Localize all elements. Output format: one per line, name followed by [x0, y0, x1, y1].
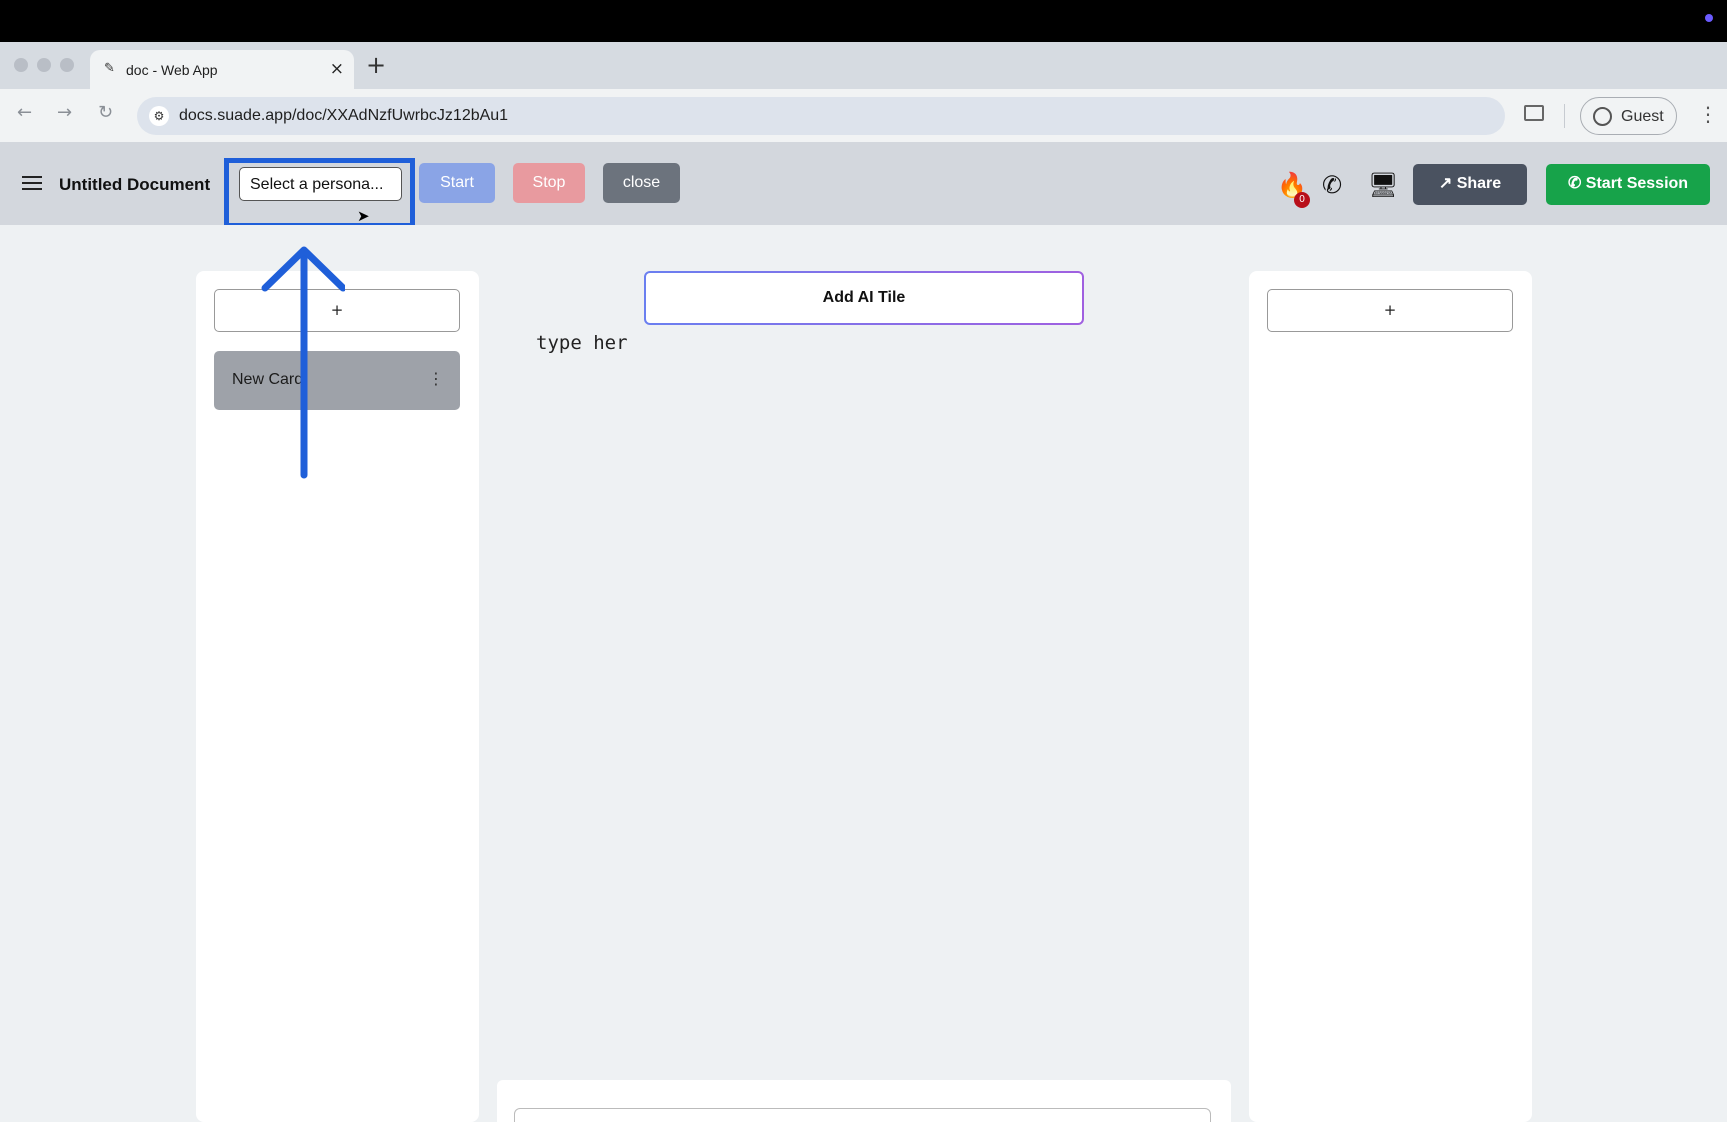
close-button[interactable]: close [603, 163, 680, 203]
right-column [1249, 271, 1532, 1122]
toolbar-divider [1564, 104, 1565, 128]
card-menu-icon[interactable]: ⋮ [428, 369, 444, 388]
add-card-button-right[interactable]: + [1267, 289, 1513, 332]
profile-icon [1593, 107, 1612, 126]
profile-button[interactable]: Guest [1580, 97, 1677, 135]
window-close-icon[interactable] [14, 58, 28, 72]
document-title: Untitled Document [59, 175, 211, 194]
bottom-panel [497, 1080, 1231, 1122]
forward-icon[interactable]: → [57, 102, 72, 123]
fire-count-badge: 0 [1294, 192, 1310, 208]
site-info-icon[interactable]: ⚙ [149, 106, 169, 126]
screen: ✎ doc - Web App × + ← → ↻ ⚙ docs.suade.a… [0, 0, 1727, 1122]
share-icon: ↗ [1438, 175, 1457, 192]
profile-label: Guest [1621, 108, 1664, 125]
tab-close-icon[interactable]: × [330, 59, 344, 79]
browser-menu-icon[interactable]: ⋮ [1698, 102, 1718, 126]
start-session-button[interactable]: ✆ Start Session [1546, 164, 1710, 205]
window-minimize-icon[interactable] [37, 58, 51, 72]
os-menu-bar [0, 0, 1727, 42]
lens-icon[interactable] [1524, 105, 1544, 121]
add-ai-tile-button[interactable]: Add AI Tile [644, 271, 1084, 325]
new-tab-button[interactable]: + [366, 51, 386, 79]
phone-icon: ✆ [1567, 175, 1586, 192]
pencil-icon: ✎ [104, 61, 115, 76]
monitor-icon[interactable]: 🖥 [1368, 171, 1398, 199]
phone-icon[interactable]: ✆ [1322, 171, 1342, 199]
share-label: Share [1456, 175, 1502, 192]
status-dot-icon [1705, 14, 1713, 22]
start-session-label: Start Session [1585, 175, 1689, 192]
bottom-input[interactable] [514, 1108, 1211, 1122]
back-icon[interactable]: ← [17, 102, 32, 123]
reload-icon[interactable]: ↻ [98, 102, 113, 123]
url-text: docs.suade.app/doc/XXAdNzfUwrbcJz12bAu1 [179, 107, 509, 124]
tab-title: doc - Web App [126, 62, 218, 78]
editor-text[interactable]: type her [536, 332, 628, 354]
stop-button[interactable]: Stop [513, 163, 585, 203]
browser-tab[interactable]: ✎ doc - Web App × [90, 50, 354, 89]
address-bar[interactable]: ⚙ docs.suade.app/doc/XXAdNzfUwrbcJz12bAu… [137, 97, 1505, 135]
window-zoom-icon[interactable] [60, 58, 74, 72]
annotation-arrow [261, 246, 345, 479]
hamburger-menu-icon[interactable] [22, 176, 42, 190]
annotation-highlight-box [224, 158, 415, 228]
mouse-cursor-icon: ➤ [357, 207, 370, 225]
start-button[interactable]: Start [419, 163, 495, 203]
share-button[interactable]: ↗ Share [1413, 164, 1527, 205]
